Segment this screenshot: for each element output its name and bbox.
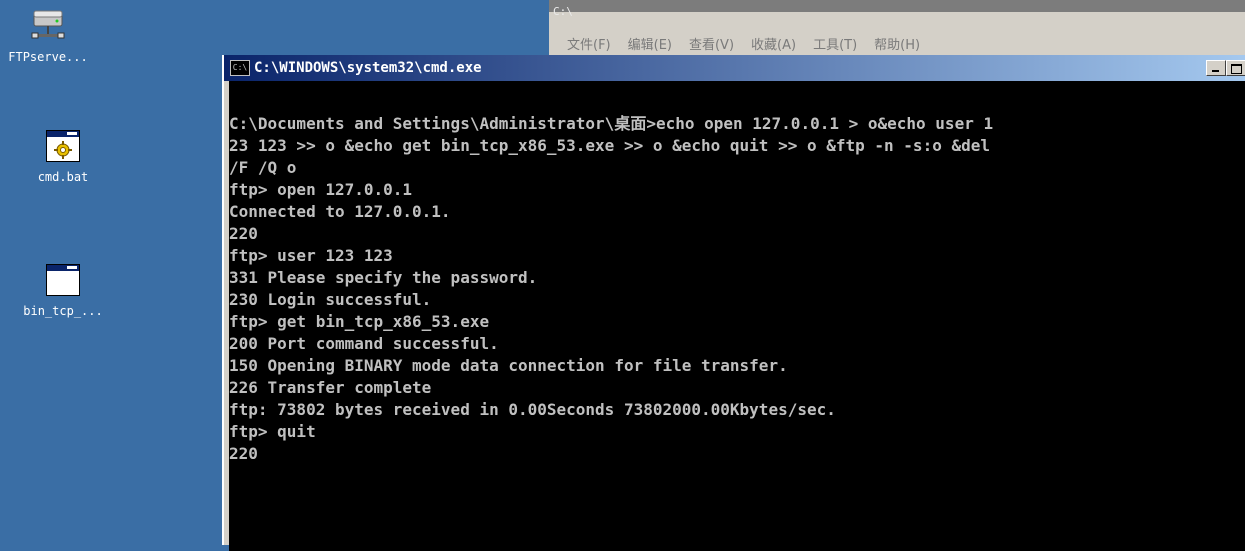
desktop-icon-ftpserver[interactable]: FTPserve... — [0, 8, 108, 64]
console-line: C:\Documents and Settings\Administrator\… — [229, 114, 994, 133]
console-line: ftp> open 127.0.0.1 — [229, 180, 413, 199]
console-line: 200 Port command successful. — [229, 334, 499, 353]
cmd-window[interactable]: C:\ C:\WINDOWS\system32\cmd.exe C:\Docum… — [222, 55, 1245, 551]
menu-favorites[interactable]: 收藏(A) — [751, 34, 796, 53]
console-line: /F /Q o — [229, 158, 297, 177]
desktop-icon-bin-tcp[interactable]: bin_tcp_... — [3, 262, 123, 318]
desktop-icon-label: FTPserve... — [8, 50, 88, 64]
console-line: 220 — [229, 224, 258, 243]
console-line: 226 Transfer complete — [229, 378, 432, 397]
network-drive-icon — [30, 8, 66, 44]
console-line: ftp: 73802 bytes received in 0.00Seconds… — [229, 400, 836, 419]
console-line: ftp> get bin_tcp_x86_53.exe — [229, 312, 490, 331]
cmd-app-icon[interactable]: C:\ — [230, 60, 250, 76]
console-line: 23 123 >> o &echo get bin_tcp_x86_53.exe… — [229, 136, 990, 155]
cmd-window-title: C:\WINDOWS\system32\cmd.exe — [254, 60, 482, 76]
background-window-titlebar[interactable]: C:\ — [549, 0, 1245, 18]
menu-help[interactable]: 帮助(H) — [874, 34, 920, 53]
menu-edit[interactable]: 编辑(E) — [628, 34, 672, 53]
background-window-title: C:\ — [553, 5, 573, 18]
menu-file[interactable]: 文件(F) — [567, 34, 611, 53]
window-controls — [1206, 60, 1245, 76]
desktop-icon-label: cmd.bat — [37, 170, 89, 184]
background-explorer-window[interactable]: C:\ 文件(F) 编辑(E) 查看(V) 收藏(A) 工具(T) 帮助(H) — [549, 0, 1245, 60]
console-line: ftp> quit — [229, 422, 316, 441]
console-line: Connected to 127.0.0.1. — [229, 202, 451, 221]
cmd-titlebar[interactable]: C:\ C:\WINDOWS\system32\cmd.exe — [224, 55, 1245, 81]
minimize-button[interactable] — [1206, 60, 1226, 76]
batch-file-icon — [45, 128, 81, 164]
maximize-button[interactable] — [1226, 60, 1245, 76]
menu-view[interactable]: 查看(V) — [689, 34, 734, 53]
console-output[interactable]: C:\Documents and Settings\Administrator\… — [229, 81, 1245, 551]
menu-tools[interactable]: 工具(T) — [813, 34, 857, 53]
console-line: 220 — [229, 444, 258, 463]
desktop-icon-label: bin_tcp_... — [23, 304, 103, 318]
console-line: 150 Opening BINARY mode data connection … — [229, 356, 788, 375]
application-icon — [45, 262, 81, 298]
console-line: 230 Login successful. — [229, 290, 432, 309]
console-line: 331 Please specify the password. — [229, 268, 538, 287]
background-window-menubar: 文件(F) 编辑(E) 查看(V) 收藏(A) 工具(T) 帮助(H) — [567, 34, 920, 53]
desktop-icon-cmd-bat[interactable]: cmd.bat — [3, 128, 123, 184]
console-line: ftp> user 123 123 — [229, 246, 393, 265]
